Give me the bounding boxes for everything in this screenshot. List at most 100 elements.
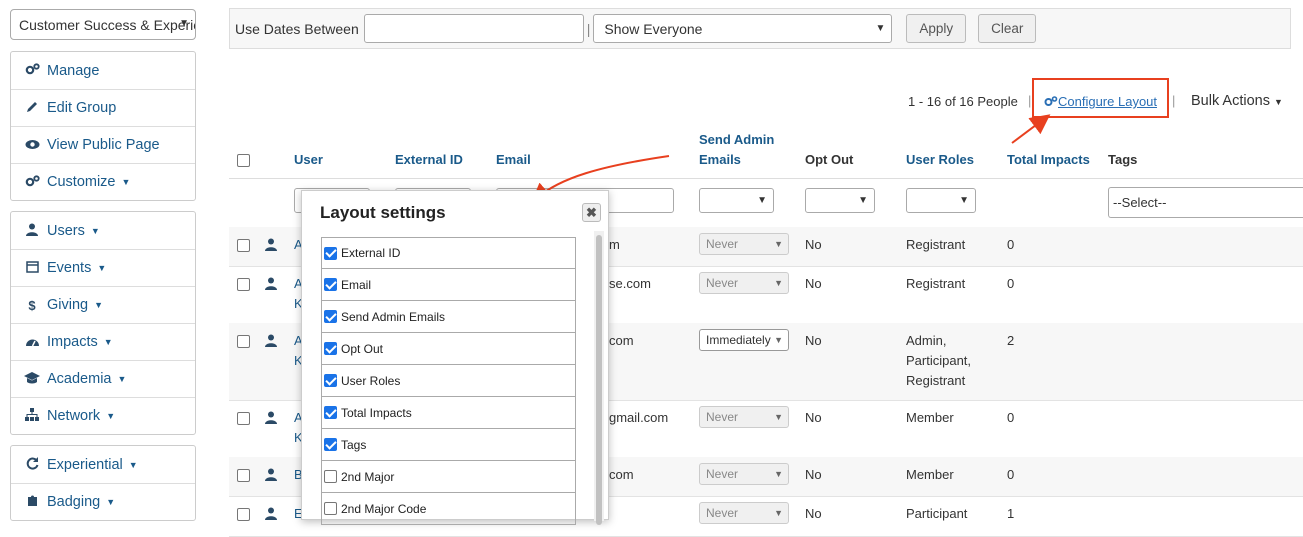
column-header-send-admin-emails[interactable]: Send Admin Emails — [699, 130, 774, 170]
email-cell: m — [609, 237, 620, 252]
dialog-title: Layout settings — [320, 203, 446, 222]
dates-label: Use Dates Between — [235, 20, 359, 37]
email-cell: com — [609, 467, 634, 482]
nav-box-group: Manage Edit Group View Public Page Customiz… — [10, 51, 196, 201]
apply-button[interactable]: Apply — [906, 14, 967, 43]
sidebar-item-label: Network — [47, 408, 101, 424]
admin-email-frequency-select[interactable]: Never ▼ — [699, 502, 789, 524]
row-checkbox[interactable] — [237, 469, 250, 482]
sidebar-item-academia[interactable]: Academia ▼ — [11, 360, 195, 397]
column-header-user-roles[interactable]: User Roles — [906, 150, 974, 170]
column-visibility-checkbox[interactable] — [324, 502, 337, 515]
sidebar-item-label: Experiential — [47, 456, 123, 473]
layout-column-option[interactable]: Email — [321, 269, 576, 301]
sidebar-item-badging[interactable]: Badging ▼ — [11, 483, 195, 520]
column-visibility-checkbox[interactable] — [324, 310, 337, 323]
sidebar-item-customize[interactable]: Customize ▼ — [11, 163, 195, 200]
admin-email-frequency-select[interactable]: Never ▼ — [699, 272, 789, 294]
audience-select[interactable]: Show Everyone ▼ — [593, 14, 893, 43]
eye-icon — [24, 138, 40, 153]
tachometer-icon — [24, 335, 40, 350]
scrollbar-thumb[interactable] — [596, 235, 602, 525]
dollar-icon: $ — [28, 297, 36, 313]
sidebar-item-users[interactable]: Users ▼ — [11, 212, 195, 249]
column-visibility-checkbox[interactable] — [324, 374, 337, 387]
sidebar-item-view-public-page[interactable]: View Public Page — [11, 126, 195, 163]
user-icon — [265, 468, 277, 481]
column-visibility-checkbox[interactable] — [324, 470, 337, 483]
user-roles-cell: Admin, Participant, Registrant — [906, 331, 971, 391]
bulk-actions-label: Bulk Actions — [1191, 93, 1270, 109]
calendar-icon — [24, 260, 40, 276]
column-header-external-id[interactable]: External ID — [395, 150, 463, 170]
admin-email-frequency-select[interactable]: Never ▼ — [699, 233, 789, 255]
total-impacts-cell: 0 — [1007, 276, 1015, 291]
sidebar-item-giving[interactable]: $ Giving ▼ — [11, 286, 195, 323]
sidebar-item-network[interactable]: Network ▼ — [11, 397, 195, 434]
column-visibility-checkbox[interactable] — [324, 278, 337, 291]
column-header-tags: Tags — [1108, 152, 1138, 167]
layout-column-option[interactable]: Tags — [321, 429, 576, 461]
caret-down-icon: ▼ — [128, 459, 138, 470]
send-admin-emails-filter[interactable]: ▼ — [699, 188, 774, 213]
column-header-opt-out: Opt Out — [805, 152, 854, 167]
admin-email-frequency-select[interactable]: Never ▼ — [699, 406, 789, 428]
column-header-total-impacts[interactable]: Total Impacts — [1007, 150, 1090, 170]
puzzle-icon — [24, 494, 40, 510]
sidebar-item-events[interactable]: Events ▼ — [11, 249, 195, 286]
sidebar-item-impacts[interactable]: Impacts ▼ — [11, 323, 195, 360]
column-visibility-checkbox[interactable] — [324, 406, 337, 419]
column-visibility-checkbox[interactable] — [324, 438, 337, 451]
sidebar-item-experiential[interactable]: Experiential ▼ — [11, 446, 195, 483]
cogs-icon — [24, 174, 40, 190]
tags-filter-select[interactable]: --Select-- — [1108, 187, 1303, 218]
admin-email-frequency-select[interactable]: Immediately ▼ — [699, 329, 789, 351]
group-select[interactable]: Customer Success & Experience ▼ — [10, 9, 196, 40]
column-option-label: 2nd Major Code — [341, 501, 427, 516]
user-icon — [265, 238, 277, 251]
layout-column-option[interactable]: 2nd Major — [321, 461, 576, 493]
frequency-value: Immediately — [706, 333, 771, 347]
close-icon[interactable]: ✖ — [582, 203, 601, 222]
select-all-checkbox[interactable] — [237, 154, 250, 167]
chevron-down-icon: ▼ — [875, 23, 886, 34]
clear-button[interactable]: Clear — [978, 14, 1037, 43]
layout-column-option[interactable]: User Roles — [321, 365, 576, 397]
column-option-label: Email — [341, 277, 372, 292]
column-header-email[interactable]: Email — [496, 150, 531, 170]
column-visibility-checkbox[interactable] — [324, 342, 337, 355]
layout-column-option[interactable]: External ID — [321, 237, 576, 269]
layout-column-option[interactable]: 2nd Major Code — [321, 493, 576, 525]
row-checkbox[interactable] — [237, 239, 250, 252]
layout-column-option[interactable]: Send Admin Emails — [321, 301, 576, 333]
caret-down-icon: ▼ — [106, 497, 116, 507]
opt-out-filter[interactable]: ▼ — [805, 188, 875, 213]
user-role: Registrant — [906, 276, 966, 291]
column-option-label: 2nd Major — [341, 469, 395, 484]
row-checkbox[interactable] — [237, 412, 250, 425]
user-roles-cell: Participant — [906, 504, 967, 524]
row-checkbox[interactable] — [237, 335, 250, 348]
sidebar-item-edit-group[interactable]: Edit Group — [11, 89, 195, 126]
caret-down-icon: ▼ — [121, 177, 131, 187]
sidebar-item-manage[interactable]: Manage — [11, 52, 195, 89]
filter-bar: Use Dates Between | Show Everyone ▼ Appl… — [229, 8, 1291, 49]
column-option-label: Tags — [341, 437, 367, 452]
date-range-input[interactable] — [363, 14, 584, 43]
admin-email-frequency-select[interactable]: Never ▼ — [699, 463, 789, 485]
caret-down-icon: ▼ — [97, 263, 107, 273]
result-count: 1 - 16 of 16 People — [908, 94, 1018, 109]
layout-column-option[interactable]: Total Impacts — [321, 397, 576, 429]
dialog-scrollbar[interactable] — [594, 231, 604, 525]
row-checkbox[interactable] — [237, 278, 250, 291]
opt-out-cell: No — [805, 237, 822, 252]
column-visibility-checkbox[interactable] — [324, 246, 337, 260]
column-header-user[interactable]: User — [294, 150, 323, 170]
bulk-actions-button[interactable]: Bulk Actions ▼ — [1191, 93, 1283, 109]
audience-select-value: Show Everyone — [604, 20, 703, 37]
user-roles-filter[interactable]: ▼ — [906, 188, 976, 213]
separator: | — [586, 20, 591, 37]
user-role: Registrant — [906, 373, 966, 388]
sidebar-item-label: Badging — [47, 494, 101, 510]
layout-column-option[interactable]: Opt Out — [321, 333, 576, 365]
